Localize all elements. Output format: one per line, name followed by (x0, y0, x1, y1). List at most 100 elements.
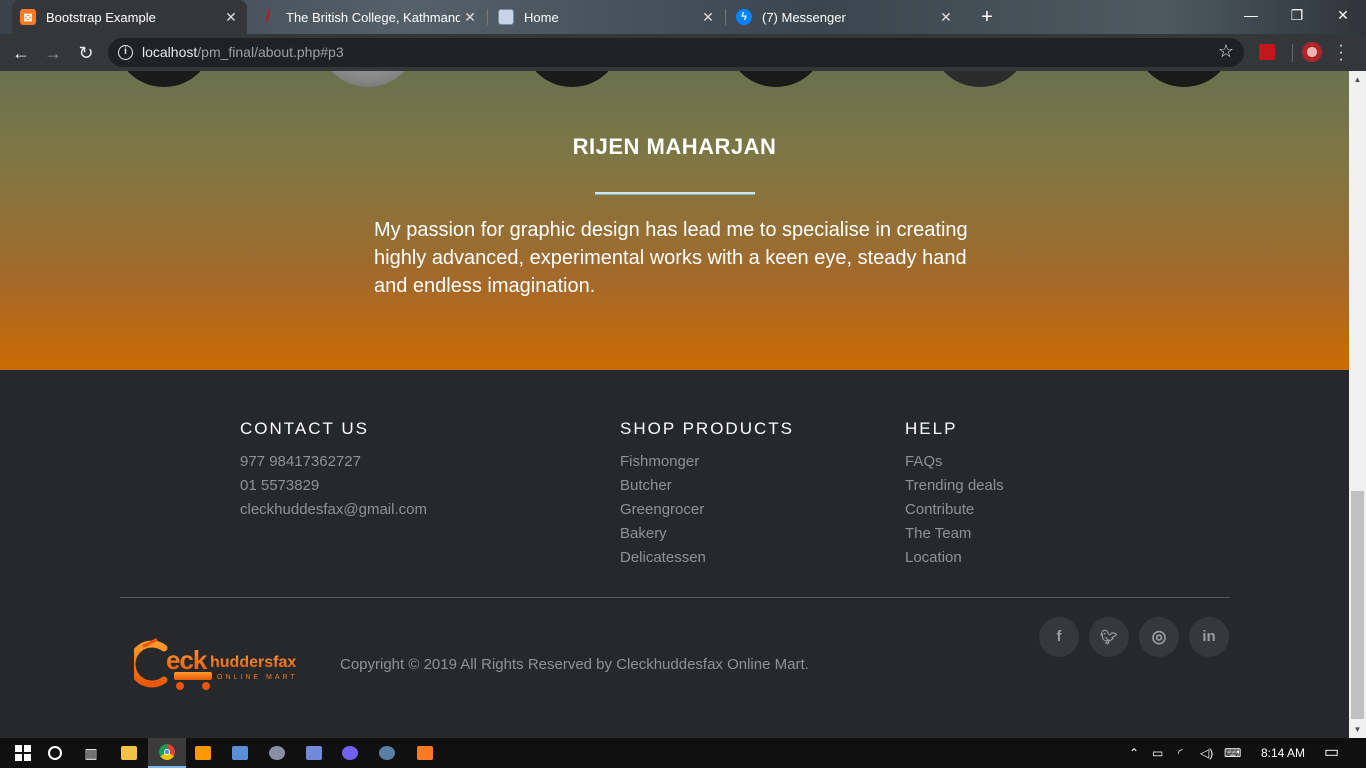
battery-icon[interactable]: ▭ (1152, 738, 1163, 768)
instagram-icon[interactable]: ◎ (1139, 617, 1179, 657)
team-avatar[interactable] (1134, 71, 1234, 87)
page-viewport: RIJEN MAHARJAN My passion for graphic de… (0, 71, 1349, 738)
snipping-tool-icon[interactable] (221, 738, 259, 768)
discord-icon[interactable] (295, 738, 333, 768)
steam-icon[interactable] (368, 738, 406, 768)
menu-icon[interactable]: · · · (1336, 38, 1346, 68)
team-avatar[interactable] (318, 71, 418, 87)
toolbar-separator (1292, 44, 1293, 62)
shop-link-fishmonger[interactable]: Fishmonger (620, 450, 794, 474)
svg-text:ONLINE MART: ONLINE MART (217, 674, 298, 681)
new-tab-button[interactable]: + (976, 6, 998, 28)
team-avatar[interactable] (522, 71, 622, 87)
page-scrollbar[interactable]: ▲ ▼ (1349, 71, 1366, 738)
reload-icon[interactable]: ↻ (73, 40, 99, 66)
tab-title: (7) Messenger (762, 9, 846, 25)
tab-bootstrap-example[interactable]: ⊠ Bootstrap Example ✕ (12, 0, 247, 34)
team-avatar[interactable] (726, 71, 826, 87)
cleckhuddersfax-logo[interactable]: eck huddersfax ONLINE MART (134, 636, 319, 694)
close-tab-icon[interactable]: ✕ (698, 9, 718, 26)
member-bio: My passion for graphic design has lead m… (374, 219, 968, 297)
bookmark-star-icon[interactable]: ☆ (1218, 41, 1234, 62)
address-bar[interactable]: i localhost/pm_final/about.php#p3 ☆ (108, 38, 1244, 67)
shop-link-delicatessen[interactable]: Delicatessen (620, 546, 794, 570)
page-icon (498, 9, 514, 25)
keyboard-icon[interactable]: ⌨ (1224, 738, 1241, 768)
tab-british-college[interactable]: / The British College, Kathmandu : ✕ (252, 0, 486, 34)
contact-heading: CONTACT US (240, 419, 369, 438)
svg-text:huddersfax: huddersfax (210, 654, 296, 671)
team-section: RIJEN MAHARJAN My passion for graphic de… (0, 71, 1349, 370)
help-heading: HELP (905, 419, 958, 438)
close-window-button[interactable]: ✕ (1320, 0, 1366, 30)
sublime-text-icon[interactable] (184, 738, 222, 768)
messenger-icon: ϟ (736, 9, 752, 25)
action-center-icon[interactable]: ▭ (1324, 738, 1339, 768)
volume-icon[interactable]: ◁) (1200, 738, 1213, 768)
help-column: HELP FAQs Trending deals Contribute The … (905, 419, 1004, 570)
member-name: RIJEN MAHARJAN (572, 134, 777, 159)
toolbar: ← → ↻ i localhost/pm_final/about.php#p3 … (0, 34, 1366, 71)
linkedin-icon[interactable]: in (1189, 617, 1229, 657)
scrollbar-thumb[interactable] (1351, 491, 1364, 719)
twitter-icon[interactable]: 🐦︎ (1089, 617, 1129, 657)
help-link-location[interactable]: Location (905, 546, 1004, 570)
clock-time[interactable]: 8:14 AM (1261, 738, 1305, 768)
copyright-text: Copyright © 2019 All Rights Reserved by … (340, 656, 809, 673)
help-link-team[interactable]: The Team (905, 522, 1004, 546)
shop-heading: SHOP PRODUCTS (620, 419, 794, 438)
close-tab-icon[interactable]: ✕ (221, 9, 241, 26)
forward-icon[interactable]: → (40, 40, 66, 66)
help-link-trending[interactable]: Trending deals (905, 474, 1004, 498)
shop-link-butcher[interactable]: Butcher (620, 474, 794, 498)
help-link-contribute[interactable]: Contribute (905, 498, 1004, 522)
url-host: localhost (142, 44, 198, 60)
close-tab-icon[interactable]: ✕ (460, 9, 480, 26)
info-icon[interactable]: i (118, 45, 133, 60)
tab-home[interactable]: Home ✕ (490, 0, 724, 34)
tab-separator (487, 9, 488, 25)
minimize-button[interactable]: — (1228, 0, 1274, 30)
windows-taskbar: ▥ ⌃ ▭ ◜ ◁) ⌨ 8:14 AM ▭ (0, 738, 1366, 768)
svg-text:eck: eck (166, 645, 208, 675)
task-view-icon[interactable]: ▥ (72, 738, 110, 768)
chrome-icon[interactable] (148, 738, 186, 768)
xampp-icon: ⊠ (20, 9, 36, 25)
shop-link-bakery[interactable]: Bakery (620, 522, 794, 546)
footer: CONTACT US 977 98417362727 01 5573829 cl… (0, 370, 1349, 738)
tab-messenger[interactable]: ϟ (7) Messenger ✕ (728, 0, 962, 34)
divider (595, 192, 755, 195)
url-path: /pm_final/about.php#p3 (197, 44, 344, 60)
url-text[interactable]: localhost/pm_final/about.php#p3 (142, 44, 344, 60)
scroll-down-arrow-icon[interactable]: ▼ (1349, 721, 1366, 738)
facebook-icon[interactable]: f (1039, 617, 1079, 657)
help-link-faqs[interactable]: FAQs (905, 450, 1004, 474)
xampp-taskbar-icon[interactable] (406, 738, 444, 768)
contact-email[interactable]: cleckhuddesfax@gmail.com (240, 498, 427, 522)
cortana-icon[interactable] (36, 738, 74, 768)
contact-landline: 01 5573829 (240, 477, 320, 494)
scroll-up-arrow-icon[interactable]: ▲ (1349, 71, 1366, 88)
restore-button[interactable]: ❐ (1274, 0, 1320, 30)
tab-title: The British College, Kathmandu : (286, 9, 460, 25)
team-avatar[interactable] (930, 71, 1030, 87)
tab-title: Home (524, 9, 559, 25)
app-icon[interactable] (258, 738, 296, 768)
tray-chevron-icon[interactable]: ⌃ (1129, 738, 1139, 768)
profile-avatar[interactable] (1302, 42, 1322, 62)
tab-title: Bootstrap Example (46, 9, 156, 25)
tab-separator (725, 9, 726, 25)
shop-link-greengrocer[interactable]: Greengrocer (620, 498, 794, 522)
contact-phone: 977 98417362727 (240, 453, 361, 470)
close-tab-icon[interactable]: ✕ (936, 9, 956, 26)
viber-icon[interactable] (331, 738, 369, 768)
shop-column: SHOP PRODUCTS Fishmonger Butcher Greengr… (620, 419, 794, 570)
wifi-icon[interactable]: ◜ (1178, 738, 1183, 768)
back-icon[interactable]: ← (8, 40, 34, 66)
file-explorer-icon[interactable] (110, 738, 148, 768)
extension-icon[interactable] (1259, 44, 1275, 60)
footer-divider (120, 597, 1230, 598)
contact-column: CONTACT US 977 98417362727 01 5573829 cl… (240, 419, 427, 522)
team-avatar[interactable] (114, 71, 214, 87)
tab-strip: ⊠ Bootstrap Example ✕ / The British Coll… (0, 0, 1366, 34)
